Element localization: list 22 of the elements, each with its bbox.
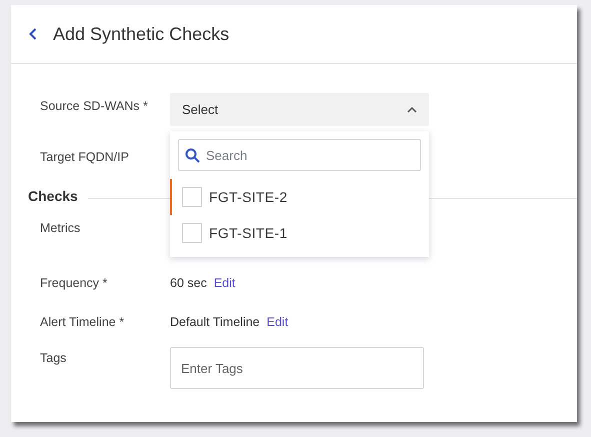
field-label: Tags: [40, 350, 68, 365]
caret-icon: [407, 106, 417, 112]
checkbox[interactable]: [182, 187, 202, 207]
tags-field[interactable]: Enter Tags: [170, 347, 424, 389]
select-dropdown[interactable]: Select: [170, 93, 429, 126]
back-icon[interactable]: [29, 28, 37, 40]
edit-link[interactable]: Edit: [214, 276, 236, 290]
field-value: Default Timeline: [170, 315, 260, 329]
page-title: Add Synthetic Checks: [53, 24, 230, 44]
field-label: Alert Timeline *: [40, 315, 126, 329]
checkbox[interactable]: [182, 223, 202, 243]
field-label: Metrics: [40, 221, 82, 235]
edit-link[interactable]: Edit: [266, 315, 288, 329]
field-value: 60 sec: [170, 276, 207, 290]
search-icon: [185, 148, 200, 163]
section-title: Checks: [28, 188, 78, 204]
dropdown-option[interactable]: FGT-SITE-2: [170, 179, 429, 215]
field-label: Source SD-WANs *: [40, 98, 149, 113]
search-field[interactable]: Search: [178, 139, 421, 171]
field-label: Target FQDN/IP: [40, 150, 130, 164]
field-label: Frequency *: [40, 276, 108, 290]
dropdown-option[interactable]: FGT-SITE-1: [170, 215, 429, 251]
